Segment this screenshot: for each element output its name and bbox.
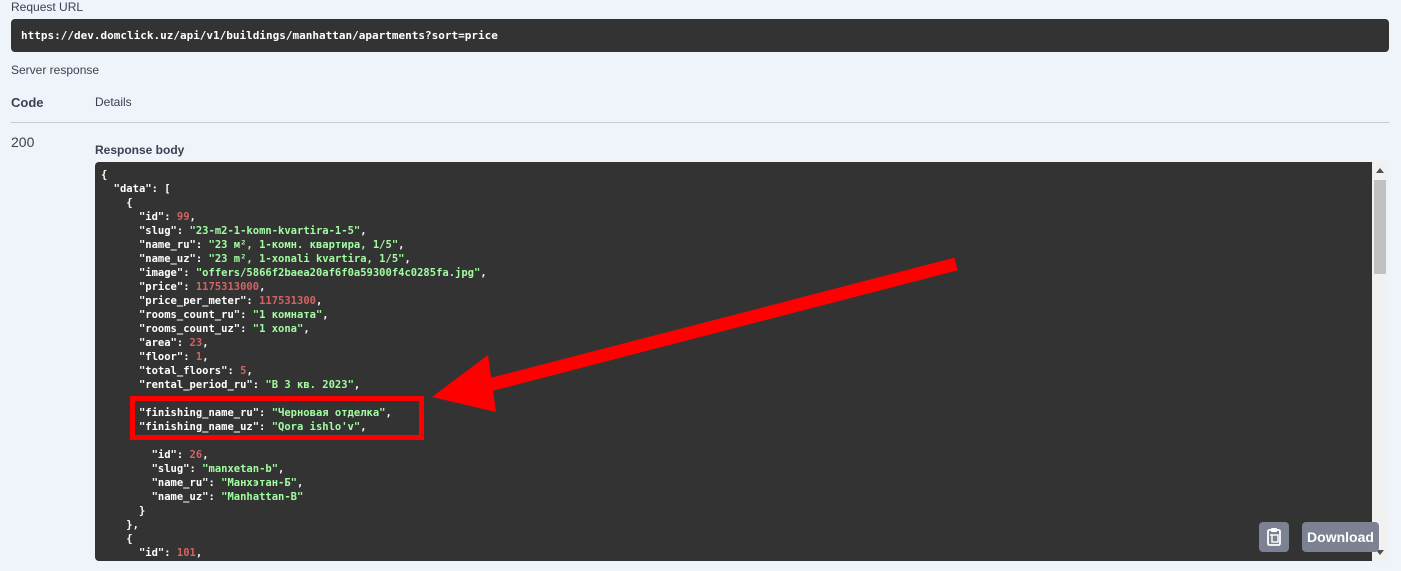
annotation-arrow xyxy=(432,257,958,412)
